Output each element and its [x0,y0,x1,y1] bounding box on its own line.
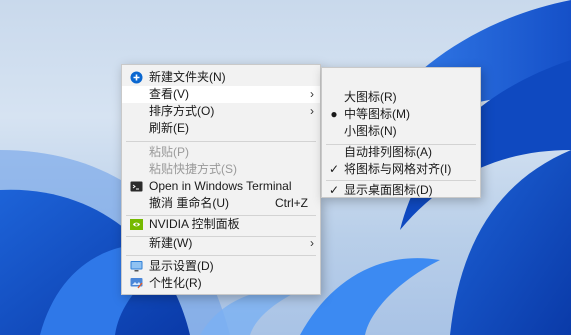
menu-item-label: 中等图标(M) [344,107,410,121]
menu-item-label: 个性化(R) [149,276,202,290]
checkmark-icon: ✓ [328,162,340,176]
menu-item-undo-rename[interactable]: 撤消 重命名(U) Ctrl+Z [122,195,320,212]
menu-item-paste-shortcut[interactable]: 粘贴快捷方式(S) [122,161,320,178]
radio-dot-icon: ● [330,107,338,121]
chevron-right-icon: › [310,236,314,250]
submenu-item-large-icons[interactable]: 大图标(R) [322,89,480,106]
menu-item-label: 刷新(E) [149,121,189,135]
menu-item-label: 查看(V) [149,87,189,101]
menu-item-new[interactable]: 新建(W) › [122,235,320,252]
menu-item-label: 自动排列图标(A) [344,145,432,159]
view-submenu: 大图标(R) ● 中等图标(M) 小图标(N) 自动排列图标(A) ✓ 将图标与… [321,67,481,198]
menu-item-label: Open in Windows Terminal [149,179,292,193]
personalize-icon [130,277,143,290]
menu-item-sort-by[interactable]: 排序方式(O) › [122,103,320,120]
menu-item-label: 新建(W) [149,236,193,250]
menu-separator [326,180,476,181]
submenu-item-small-icons[interactable]: 小图标(N) [322,123,480,140]
chevron-right-icon: › [310,104,314,118]
menu-item-personalize[interactable]: 个性化(R) [122,275,320,292]
menu-item-label: 粘贴快捷方式(S) [149,162,237,176]
chevron-right-icon: › [310,87,314,101]
menu-item-paste[interactable]: 粘贴(P) [122,144,320,161]
submenu-item-medium-icons[interactable]: ● 中等图标(M) [322,106,480,123]
menu-item-label: NVIDIA 控制面板 [149,217,240,231]
new-folder-icon [130,71,143,84]
submenu-item-align-grid[interactable]: ✓ 将图标与网格对齐(I) [322,161,480,178]
menu-item-label: 粘贴(P) [149,145,189,159]
menu-item-label: 大图标(R) [344,90,397,104]
terminal-icon [130,180,143,193]
menu-item-label: 撤消 重命名(U) [149,196,229,210]
menu-separator [126,255,316,256]
menu-item-label: 排序方式(O) [149,104,215,118]
menu-item-display-settings[interactable]: 显示设置(D) [122,258,320,275]
submenu-item-show-desktop-icons[interactable]: ✓ 显示桌面图标(D) [322,182,480,199]
nvidia-icon [130,218,143,231]
menu-item-view[interactable]: 查看(V) › [122,86,320,103]
menu-item-label: 小图标(N) [344,124,397,138]
submenu-item-auto-arrange[interactable]: 自动排列图标(A) [322,144,480,161]
desktop-context-menu: 新建文件夹(N) 查看(V) › 排序方式(O) › 刷新(E) 粘贴(P) 粘… [121,64,321,295]
menu-item-label: 将图标与网格对齐(I) [344,162,452,176]
menu-separator [126,141,316,142]
menu-item-new-folder[interactable]: 新建文件夹(N) [122,69,320,86]
menu-item-label: 显示桌面图标(D) [344,183,433,197]
menu-item-open-terminal[interactable]: Open in Windows Terminal [122,178,320,195]
menu-item-shortcut: Ctrl+Z [275,196,308,210]
menu-item-label: 新建文件夹(N) [149,70,226,84]
menu-item-refresh[interactable]: 刷新(E) [122,120,320,137]
menu-item-label: 显示设置(D) [149,259,214,273]
display-settings-icon [130,260,143,273]
menu-item-nvidia-control-panel[interactable]: NVIDIA 控制面板 [122,216,320,233]
checkmark-icon: ✓ [328,183,340,197]
